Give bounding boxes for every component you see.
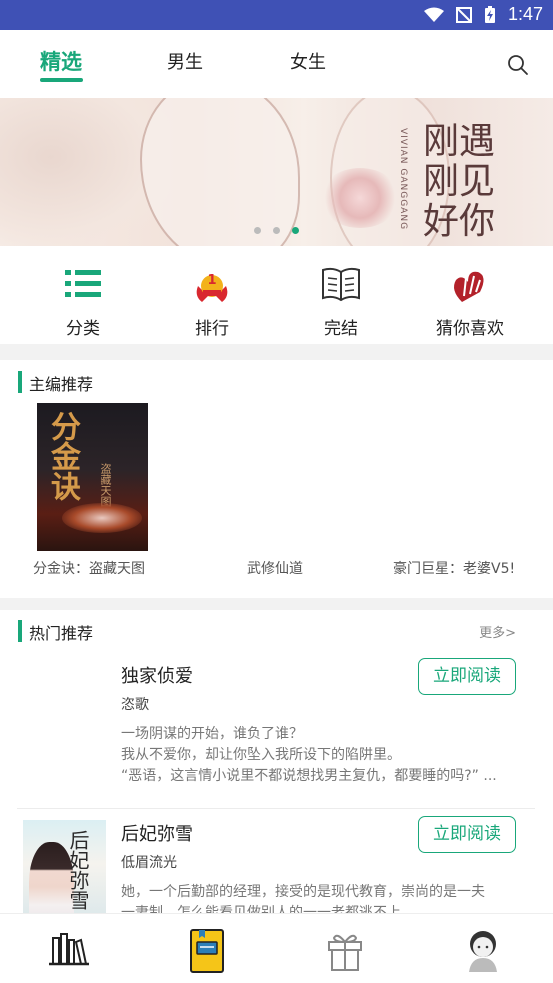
banner-title: 刚遇 刚见 好你 [423,121,496,242]
category-list-icon [65,270,101,297]
section-divider [0,598,553,610]
carousel-dot [273,227,280,234]
profile-avatar-icon[interactable] [459,926,507,974]
banner-carousel[interactable]: VIVIAN GANGGANG 刚遇 刚见 好你 [0,98,553,246]
book-title: 独家侦爱 [121,666,193,687]
carousel-dot-active [292,227,299,234]
quick-nav-category[interactable]: 分类 [23,246,143,344]
section-divider [0,344,553,360]
divider [17,808,535,809]
editor-pick-title[interactable]: 分金诀：盗藏天图 [33,558,145,578]
quick-nav: 分类 1 排行 完结 猜你喜欢 [0,246,553,344]
battery-charging-icon [484,5,495,23]
quick-nav-completed[interactable]: 完结 [281,246,401,344]
editor-pick-title[interactable]: 武修仙道 [247,558,303,578]
section-title: 热门推荐 [29,624,94,643]
cover-title: 分金诀 [45,411,80,501]
tab-male[interactable]: 男生 [167,48,203,74]
editor-pick-title[interactable]: 豪门巨星：老婆V5! [393,558,515,578]
top-tabs: 精选 男生 女生 [0,30,553,98]
book-description: 一场阴谋的开始，谁负了谁？ 我从不爱你，却让你坠入我所设下的陷阱里。 “恶语，这… [121,726,497,784]
bottom-nav [0,913,553,983]
svg-text:1: 1 [207,273,216,288]
hot-picks-header: 热门推荐 更多> [0,616,553,646]
tab-female[interactable]: 女生 [290,48,326,74]
quick-nav-label: 分类 [66,319,100,339]
banner-vertical-text: VIVIAN GANGGANG [398,128,408,231]
quick-nav-label: 完结 [324,319,358,339]
quick-nav-ranking[interactable]: 1 排行 [152,246,272,344]
quick-nav-label: 排行 [195,319,229,339]
read-now-button[interactable]: 立即阅读 [418,658,516,695]
book-author: 低眉流光 [121,855,177,871]
quick-nav-recommend[interactable]: 猜你喜欢 [410,246,530,344]
book-author: 恣歌 [121,697,149,713]
book-title: 后妃弥雪 [121,824,193,845]
tab-featured[interactable]: 精选 [40,46,82,76]
ranking-medal-icon: 1 [196,273,228,302]
quick-nav-label: 猜你喜欢 [436,319,504,339]
heart-icon [454,271,484,302]
active-tab-indicator [40,78,83,82]
status-bar: 1:47 [0,0,553,30]
carousel-dots [254,227,299,234]
bookshelf-icon[interactable] [45,926,93,974]
gift-icon[interactable] [321,926,369,974]
carousel-dot [254,227,261,234]
open-book-icon [322,267,360,302]
wifi-icon [423,7,444,22]
more-link[interactable]: 更多> [479,622,516,641]
editor-picks-header: 主编推荐 [0,367,553,397]
book-store-icon[interactable] [183,926,231,974]
read-now-button[interactable]: 立即阅读 [418,816,516,853]
cover-title: 后妃弥雪 [66,830,90,910]
no-signal-icon [455,6,472,23]
book-cover[interactable]: 分金诀 盗藏天图 [37,403,148,551]
status-time: 1:47 [507,4,543,24]
search-icon[interactable] [507,54,529,76]
section-title: 主编推荐 [29,375,94,394]
cover-subtitle: 盗藏天图 [99,463,112,507]
